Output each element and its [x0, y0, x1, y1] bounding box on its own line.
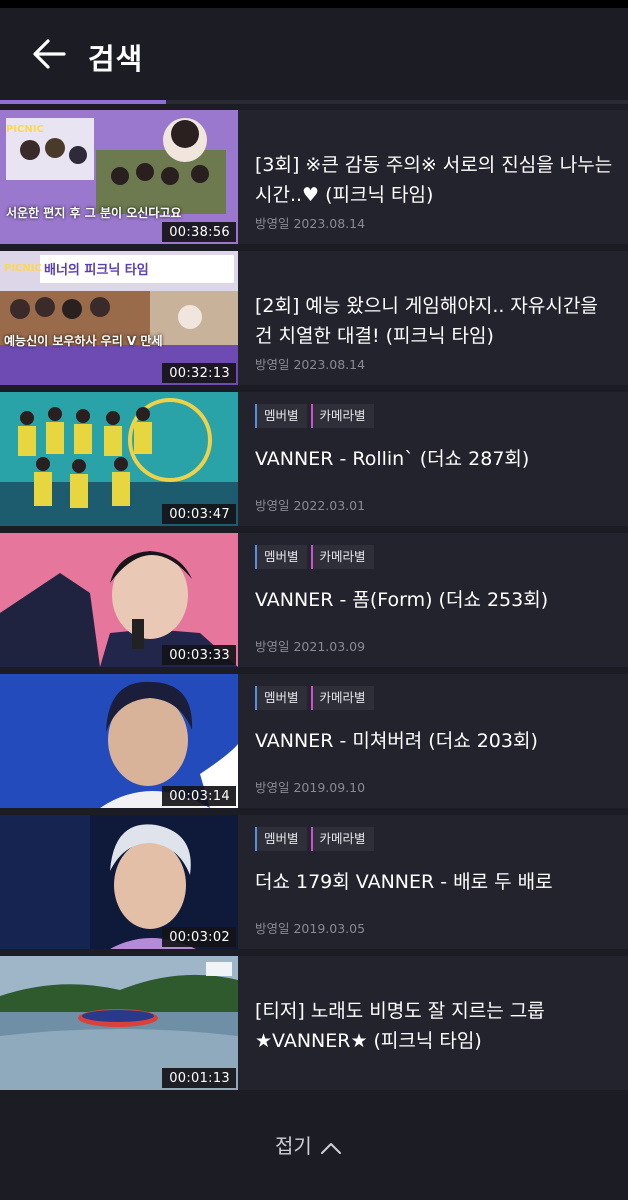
video-thumbnail[interactable]: PICNIC 서운한 편지 후 그 분이 오신다고요 00:38:56	[0, 110, 238, 244]
video-item[interactable]: 00:03:47 멤버별 카메라별 VANNER - Rollin` (더쇼 28…	[0, 392, 628, 526]
video-meta: 멤버별 카메라별 VANNER - 폼(Form) (더쇼 253회) 방영일 2…	[255, 533, 615, 667]
camera-tag[interactable]: 카메라별	[310, 545, 374, 569]
video-title[interactable]: [2회] 예능 왔으니 게임해야지.. 자유시간을 건 치열한 대결! (피크닉…	[255, 291, 615, 351]
video-thumbnail[interactable]: 00:01:13	[0, 956, 238, 1090]
camera-tag[interactable]: 카메라별	[310, 827, 374, 851]
air-date: 방영일 2023.08.14	[255, 357, 366, 372]
arrow-left-icon	[33, 39, 66, 69]
video-title[interactable]: [티저] 노래도 비명도 잘 지르는 그룹 ★VANNER★ (피크닉 타임)	[255, 996, 615, 1056]
thumbnail-caption: 서운한 편지 후 그 분이 오신다고요	[6, 206, 182, 220]
video-thumbnail[interactable]: 00:03:14	[0, 674, 238, 808]
video-title[interactable]: VANNER - 폼(Form) (더쇼 253회)	[255, 585, 615, 615]
air-date: 방영일 2022.03.01	[255, 498, 366, 513]
list-footer: 접기	[0, 1090, 628, 1200]
video-title[interactable]: [3회] ※큰 감동 주의※ 서로의 진심을 나누는 시간..♥ (피크닉 타임…	[255, 150, 615, 210]
video-meta: 멤버별 카메라별 VANNER - 미쳐버려 (더쇼 203회) 방영일 2019…	[255, 674, 615, 808]
svg-text:PICNIC: PICNIC	[4, 263, 42, 274]
member-tag[interactable]: 멤버별	[255, 404, 307, 428]
video-thumbnail[interactable]: 00:03:33	[0, 533, 238, 667]
video-duration: 00:03:33	[162, 645, 236, 665]
air-date: 방영일 2019.09.10	[255, 780, 366, 795]
video-duration: 00:38:56	[162, 222, 236, 242]
thumbnail-banner: 배너의 피크닉 타임	[44, 263, 149, 278]
video-title[interactable]: VANNER - 미쳐버려 (더쇼 203회)	[255, 726, 615, 756]
video-duration: 00:32:13	[162, 363, 236, 383]
video-thumbnail[interactable]: 00:03:02	[0, 815, 238, 949]
back-button[interactable]	[28, 34, 72, 74]
page-title: 검색	[88, 42, 144, 76]
video-item[interactable]: PICNIC 배너의 피크닉 타임 예능신이 보우하사 우리 V 만세 00:3…	[0, 251, 628, 385]
member-tag[interactable]: 멤버별	[255, 827, 307, 851]
video-meta: 멤버별 카메라별 VANNER - Rollin` (더쇼 287회) 방영일 2…	[255, 392, 615, 526]
video-duration: 00:03:02	[162, 927, 236, 947]
video-thumbnail[interactable]: 00:03:47	[0, 392, 238, 526]
fold-button[interactable]: 접기	[275, 1130, 342, 1159]
video-duration: 00:03:14	[162, 786, 236, 806]
air-date: 방영일 2023.08.14	[255, 216, 366, 231]
video-meta: [2회] 예능 왔으니 게임해야지.. 자유시간을 건 치열한 대결! (피크닉…	[255, 251, 615, 385]
video-meta: [3회] ※큰 감동 주의※ 서로의 진심을 나누는 시간..♥ (피크닉 타임…	[255, 110, 615, 244]
video-item[interactable]: 00:03:02 멤버별 카메라별 더쇼 179회 VANNER - 배로 두 배…	[0, 815, 628, 949]
member-tag[interactable]: 멤버별	[255, 545, 307, 569]
member-tag[interactable]: 멤버별	[255, 686, 307, 710]
video-title[interactable]: 더쇼 179회 VANNER - 배로 두 배로	[255, 867, 615, 897]
camera-tag[interactable]: 카메라별	[310, 686, 374, 710]
fold-label: 접기	[275, 1134, 312, 1158]
scroll-progress-track	[0, 100, 628, 104]
tag-group: 멤버별 카메라별	[255, 686, 378, 712]
video-item[interactable]: 00:03:33 멤버별 카메라별 VANNER - 폼(Form) (더쇼 25…	[0, 533, 628, 667]
video-duration: 00:01:13	[162, 1068, 236, 1088]
video-meta: [티저] 노래도 비명도 잘 지르는 그룹 ★VANNER★ (피크닉 타임)	[255, 956, 615, 1090]
svg-text:PICNIC: PICNIC	[6, 124, 44, 135]
tag-group: 멤버별 카메라별	[255, 827, 378, 853]
air-date: 방영일 2021.03.09	[255, 639, 366, 654]
status-bar	[0, 0, 628, 8]
air-date: 방영일 2019.03.05	[255, 921, 366, 936]
camera-tag[interactable]: 카메라별	[310, 404, 374, 428]
tag-group: 멤버별 카메라별	[255, 545, 378, 571]
app-header: 검색	[0, 8, 628, 98]
video-item[interactable]: 00:03:14 멤버별 카메라별 VANNER - 미쳐버려 (더쇼 203회)…	[0, 674, 628, 808]
video-title[interactable]: VANNER - Rollin` (더쇼 287회)	[255, 444, 615, 474]
thumbnail-caption: 예능신이 보우하사 우리 V 만세	[4, 334, 163, 348]
chevron-up-icon	[320, 1141, 342, 1155]
tag-group: 멤버별 카메라별	[255, 404, 378, 430]
video-item[interactable]: 00:01:13 [티저] 노래도 비명도 잘 지르는 그룹 ★VANNER★ …	[0, 956, 628, 1090]
video-thumbnail[interactable]: PICNIC 배너의 피크닉 타임 예능신이 보우하사 우리 V 만세 00:3…	[0, 251, 238, 385]
video-meta: 멤버별 카메라별 더쇼 179회 VANNER - 배로 두 배로 방영일 201…	[255, 815, 615, 949]
video-duration: 00:03:47	[162, 504, 236, 524]
video-item[interactable]: PICNIC 서운한 편지 후 그 분이 오신다고요 00:38:56 [3회]…	[0, 110, 628, 244]
scroll-progress-fill	[0, 100, 167, 104]
